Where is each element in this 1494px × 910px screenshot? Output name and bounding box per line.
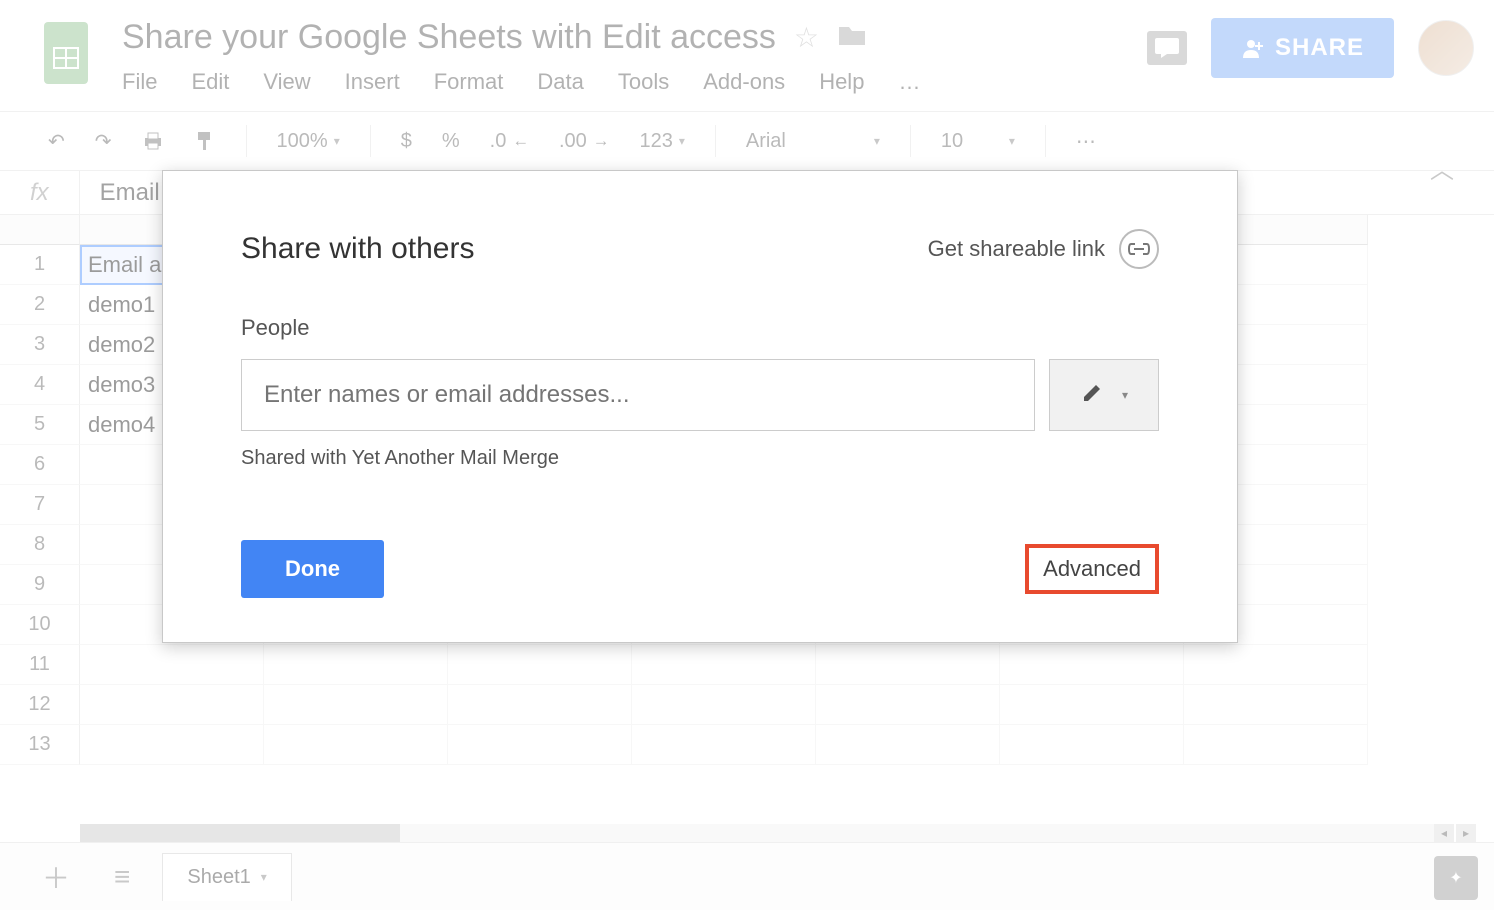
row-header[interactable]: 10 [0, 605, 80, 645]
row-header[interactable]: 4 [0, 365, 80, 405]
row-header[interactable]: 3 [0, 325, 80, 365]
chevron-down-icon[interactable]: ▾ [261, 870, 267, 884]
format-currency[interactable]: $ [393, 126, 420, 157]
number-format[interactable]: 123 ▾ [631, 126, 692, 157]
cell[interactable] [1000, 725, 1184, 765]
row-header[interactable]: 12 [0, 685, 80, 725]
cell[interactable] [264, 645, 448, 685]
toolbar-more[interactable]: ⋯ [1068, 125, 1104, 158]
paint-format-icon[interactable] [186, 126, 224, 156]
cell[interactable] [80, 645, 264, 685]
row-header[interactable]: 9 [0, 565, 80, 605]
advanced-link[interactable]: Advanced [1025, 544, 1159, 594]
done-button[interactable]: Done [241, 540, 384, 598]
sheet-tab[interactable]: Sheet1 ▾ [162, 853, 291, 901]
add-sheet-button[interactable]: ＋ [30, 851, 82, 903]
cell[interactable] [1000, 685, 1184, 725]
cell[interactable] [264, 685, 448, 725]
cell[interactable] [80, 725, 264, 765]
menu-view[interactable]: View [263, 69, 310, 95]
format-percent[interactable]: % [434, 126, 468, 157]
star-icon[interactable]: ☆ [794, 21, 819, 54]
menu-addons[interactable]: Add-ons [703, 69, 785, 95]
menu-more[interactable]: … [898, 69, 920, 95]
undo-icon[interactable]: ↶ [40, 125, 73, 158]
share-dialog: Share with others Get shareable link Peo… [162, 170, 1238, 643]
share-button[interactable]: SHARE [1211, 18, 1394, 78]
menu-tools[interactable]: Tools [618, 69, 669, 95]
sheet-tab-label: Sheet1 [187, 866, 250, 889]
row-header[interactable]: 8 [0, 525, 80, 565]
cell[interactable] [1184, 645, 1368, 685]
link-icon [1119, 229, 1159, 269]
folder-icon[interactable] [837, 22, 867, 54]
increase-decimal[interactable]: .00→ [551, 126, 617, 157]
cell[interactable] [1184, 725, 1368, 765]
cell[interactable] [448, 685, 632, 725]
select-all-corner[interactable] [0, 215, 80, 245]
menu-edit[interactable]: Edit [191, 69, 229, 95]
menu-format[interactable]: Format [434, 69, 504, 95]
row-header[interactable]: 1 [0, 245, 80, 285]
row-header[interactable]: 6 [0, 445, 80, 485]
scroll-right-icon[interactable]: ▸ [1456, 824, 1476, 842]
collapse-toolbar-icon[interactable]: ︿ [1430, 150, 1454, 185]
font-select[interactable]: Arial ▾ [738, 126, 888, 157]
menu-data[interactable]: Data [537, 69, 583, 95]
decrease-decimal[interactable]: .0← [482, 126, 537, 157]
fx-label: fx [30, 179, 49, 207]
menu-file[interactable]: File [122, 69, 157, 95]
chevron-down-icon: ▾ [1122, 388, 1128, 402]
redo-icon[interactable]: ↷ [87, 125, 120, 158]
zoom-select[interactable]: 100% ▾ [269, 126, 348, 157]
formula-input[interactable]: Email [79, 171, 160, 214]
cell[interactable] [448, 645, 632, 685]
menu-help[interactable]: Help [819, 69, 864, 95]
shared-with-text: Shared with Yet Another Mail Merge [241, 447, 1159, 470]
people-label: People [241, 315, 1159, 341]
cell[interactable] [632, 645, 816, 685]
all-sheets-button[interactable]: ≡ [102, 855, 142, 899]
sheets-logo[interactable] [40, 18, 92, 88]
row-header[interactable]: 11 [0, 645, 80, 685]
get-shareable-link-label: Get shareable link [928, 236, 1105, 262]
scroll-left-icon[interactable]: ◂ [1434, 824, 1454, 842]
cell[interactable] [632, 685, 816, 725]
permission-dropdown[interactable]: ▾ [1049, 359, 1159, 431]
row-header[interactable]: 2 [0, 285, 80, 325]
cell[interactable] [264, 725, 448, 765]
cell[interactable] [448, 725, 632, 765]
toolbar: ↶ ↷ 100% ▾ $ % .0← .00→ 123 ▾ Arial ▾ 10… [0, 111, 1494, 171]
cell[interactable] [816, 685, 1000, 725]
explore-button[interactable]: ✦ [1434, 856, 1478, 900]
menu-insert[interactable]: Insert [345, 69, 400, 95]
row-header[interactable]: 13 [0, 725, 80, 765]
document-title[interactable]: Share your Google Sheets with Edit acces… [122, 18, 776, 57]
row-header[interactable]: 5 [0, 405, 80, 445]
dialog-title: Share with others [241, 232, 474, 266]
people-input[interactable] [241, 359, 1035, 431]
share-button-label: SHARE [1275, 34, 1364, 62]
cell[interactable] [1184, 685, 1368, 725]
menubar: File Edit View Insert Format Data Tools … [122, 69, 1147, 95]
cell[interactable] [816, 645, 1000, 685]
font-size-select[interactable]: 10 ▾ [933, 126, 1023, 157]
cell[interactable] [1000, 645, 1184, 685]
cell[interactable] [632, 725, 816, 765]
print-icon[interactable] [134, 126, 172, 156]
horizontal-scrollbar[interactable] [80, 824, 1434, 842]
cell[interactable] [816, 725, 1000, 765]
row-header[interactable]: 7 [0, 485, 80, 525]
cell[interactable] [80, 685, 264, 725]
get-shareable-link[interactable]: Get shareable link [928, 229, 1159, 269]
comments-button[interactable] [1147, 31, 1187, 65]
pencil-icon [1080, 381, 1104, 410]
avatar[interactable] [1418, 20, 1474, 76]
